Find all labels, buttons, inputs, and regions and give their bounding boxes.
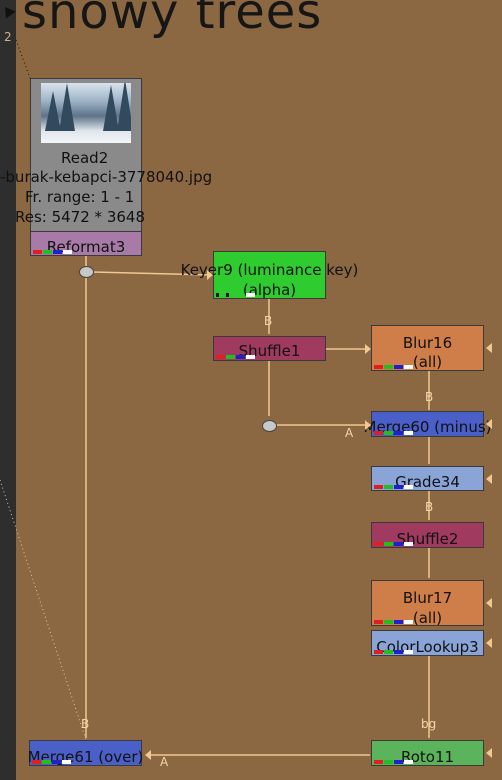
merge61-node[interactable]: Merge61 (over) [28, 740, 143, 766]
channel-indicator [374, 542, 424, 546]
blur17-node[interactable]: Blur17 (all) [371, 580, 484, 627]
channel-indicator [32, 760, 82, 764]
channel-indicator [374, 650, 424, 654]
grade-node[interactable]: Grade34 [371, 466, 484, 491]
channel-indicator [374, 365, 424, 369]
input-label: A [160, 755, 169, 769]
input-label: B [81, 717, 90, 731]
read-thumbnail [41, 83, 131, 143]
read-node-resolution: Res: 5472 * 3648 [15, 208, 145, 226]
blur16-node-label: Blur16 [402, 334, 453, 352]
input-label: bg [421, 717, 437, 731]
input-label: B [425, 390, 434, 404]
blur17-node-sublabel: (all) [412, 609, 443, 627]
read-node-file: -burak-kebapci-3778040.jpg [0, 168, 213, 186]
mask-input-icon[interactable] [486, 419, 492, 429]
channel-indicator [374, 620, 424, 624]
channel-indicator [374, 485, 424, 489]
channel-indicator [374, 431, 424, 435]
mask-input-icon[interactable] [486, 474, 492, 484]
blur16-node[interactable]: Blur16 (all) [371, 325, 484, 371]
read-node-name: Read2 [61, 149, 109, 167]
arrow-icon [145, 750, 151, 760]
keyer-node-label: Keyer9 (luminance key) [180, 261, 359, 279]
channel-indicator [216, 355, 266, 359]
dot-node[interactable] [79, 266, 94, 278]
input-label: B [264, 314, 273, 328]
channel-indicator [33, 250, 83, 254]
keyer-node[interactable]: Keyer9 (luminance key) (alpha) [181, 251, 358, 299]
reformat-node-label: Reformat3 [46, 238, 126, 256]
dot-node[interactable] [262, 420, 277, 432]
merge61-node-label: Merge61 (over) [27, 748, 144, 766]
shuffle1-node[interactable]: Shuffle1 [213, 336, 326, 361]
mask-input-icon[interactable] [486, 598, 492, 608]
mask-input-icon[interactable] [486, 748, 492, 758]
shuffle2-node[interactable]: Shuffle2 [371, 522, 484, 548]
read-node-frame-range: Fr. range: 1 - 1 [25, 188, 135, 206]
reformat-node[interactable]: Reformat3 [30, 231, 142, 256]
roto-node[interactable]: Roto11 [371, 740, 484, 766]
channel-indicator [216, 293, 266, 297]
mask-input-icon[interactable] [486, 343, 492, 353]
arrow-icon [365, 344, 371, 354]
node-graph-canvas[interactable]: snowy trees 2 Read2 -burak-kebapci-37780… [0, 0, 502, 780]
colorlookup-node[interactable]: ColorLookup3 [371, 630, 484, 656]
channel-indicator [374, 760, 424, 764]
merge60-node[interactable]: Merge60 (minus) [364, 411, 492, 437]
input-label: B [425, 500, 434, 514]
input-label: A [345, 426, 354, 440]
arrow-icon [207, 270, 213, 280]
mask-input-icon[interactable] [486, 638, 492, 648]
blur17-node-label: Blur17 [402, 589, 453, 607]
arrow-icon [365, 420, 371, 430]
keyer-node-sublabel: (alpha) [242, 281, 297, 299]
